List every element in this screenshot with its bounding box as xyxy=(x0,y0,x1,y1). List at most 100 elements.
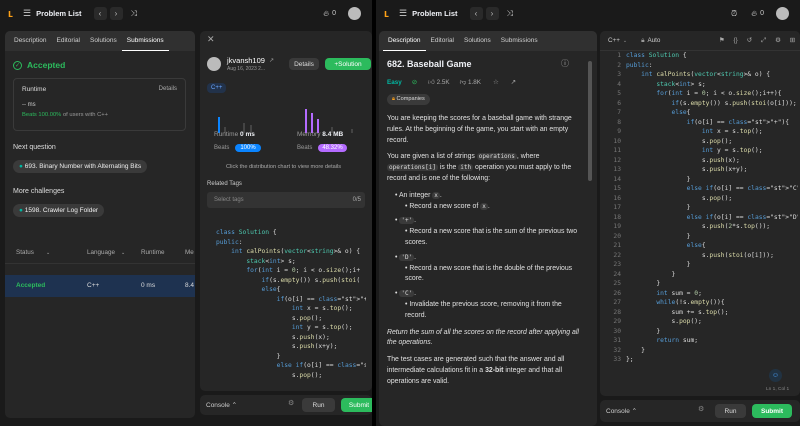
shuffle-icon[interactable]: ⤨ xyxy=(131,9,137,19)
streak-count: 0 xyxy=(760,10,764,17)
line-number: 15 xyxy=(613,185,621,192)
streak-icon[interactable]: 🔥︎ xyxy=(323,9,329,19)
streak-icon[interactable]: 🔥︎ xyxy=(751,9,757,19)
editor-panel: C++ ⌄ 🔒︎ Auto ⚑ {} ↺ ⤢ ⚙ ⊞ 1 2 3 4 5 6 7 8 9 10 11 12… xyxy=(600,31,800,396)
run-button[interactable]: Run xyxy=(302,398,335,412)
dislike-icon[interactable]: 👎︎ xyxy=(460,78,466,86)
code-line: } xyxy=(626,270,676,278)
leetcode-logo[interactable]: ʟ xyxy=(8,8,13,20)
like-icon[interactable]: 👍︎ xyxy=(428,78,435,86)
tab-description[interactable]: Description xyxy=(9,31,52,51)
problem-list-icon[interactable]: ☰ xyxy=(399,8,407,19)
next-problem-icon[interactable]: › xyxy=(109,7,123,20)
chevron-down-icon[interactable]: ⌄ xyxy=(121,250,125,256)
difficulty-badge: Easy xyxy=(387,78,402,86)
tag-selector[interactable]: Select tags 0/5 xyxy=(207,192,365,208)
help-icon[interactable]: ☺ xyxy=(769,369,782,382)
prev-problem-icon[interactable]: ‹ xyxy=(93,7,107,20)
tab-description[interactable]: Description xyxy=(383,31,426,51)
scrollbar[interactable] xyxy=(588,61,592,181)
line-number: 31 xyxy=(613,337,621,344)
chevron-down-icon[interactable]: ⌄ xyxy=(46,250,50,256)
prev-problem-icon[interactable]: ‹ xyxy=(469,7,483,20)
leetcode-logo[interactable]: ʟ xyxy=(384,8,389,20)
runtime-distribution-chart[interactable] xyxy=(207,105,372,133)
list-item: • '+'. xyxy=(395,217,417,225)
streak-count: 0 xyxy=(332,10,336,17)
avatar[interactable] xyxy=(348,7,361,20)
console-toggle[interactable]: Console ⌃ xyxy=(206,401,237,409)
desc-p2: You are given a list of strings operatio… xyxy=(387,152,585,184)
tab-submissions[interactable]: Submissions xyxy=(496,31,543,51)
col-status[interactable]: Status xyxy=(16,249,34,256)
editor-toolbar: C++ ⌄ 🔒︎ Auto ⚑ {} ↺ ⤢ ⚙ ⊞ xyxy=(600,31,800,51)
info-icon[interactable]: ⓘ xyxy=(561,58,569,69)
line-number: 29 xyxy=(613,318,621,325)
code-line: } xyxy=(626,175,691,183)
memory-beats-label: Beats xyxy=(297,145,313,151)
problem-list-icon[interactable]: ☰ xyxy=(23,8,31,19)
line-number: 19 xyxy=(613,223,621,230)
username[interactable]: jkvansh109 xyxy=(227,56,265,65)
code-editor[interactable]: class Solution {public: int calPoints(ve… xyxy=(626,51,798,365)
line-number: 24 xyxy=(613,270,621,278)
avatar[interactable] xyxy=(776,7,789,20)
code-line: int calPoints(vector<string>& o) { xyxy=(641,71,771,78)
like-count: 2.5K xyxy=(436,78,450,86)
more-challenge-item[interactable]: ● 1598. Crawler Log Folder xyxy=(13,204,105,217)
tab-submissions[interactable]: Submissions xyxy=(121,31,169,51)
submit-button[interactable]: Submit xyxy=(341,398,372,412)
bar xyxy=(305,109,307,133)
col-language[interactable]: Language xyxy=(87,249,115,256)
shuffle-icon[interactable]: ⤨ xyxy=(507,9,513,19)
right-bottom-bar: Console ⌃ ⚙ Run Submit xyxy=(600,400,800,422)
line-number: 3 xyxy=(617,71,621,78)
dot-icon: ● xyxy=(19,163,23,170)
chevron-down-icon[interactable]: ⌄ xyxy=(623,38,627,44)
next-problem-icon[interactable]: › xyxy=(485,7,499,20)
row-language: C++ xyxy=(87,282,100,289)
tab-solutions[interactable]: Solutions xyxy=(85,31,122,51)
console-toggle[interactable]: Console ⌃ xyxy=(606,407,637,415)
language-select[interactable]: C++ xyxy=(608,37,620,44)
next-question-item[interactable]: ● 693. Binary Number with Alternating Bi… xyxy=(13,160,148,173)
code-operations-i: operations[i] xyxy=(387,164,438,172)
close-icon[interactable]: ✕ xyxy=(207,34,215,45)
tab-solutions[interactable]: Solutions xyxy=(459,31,496,51)
submissions-table: Status ⌄ Language ⌄ Runtime Me Accepted C+… xyxy=(5,242,195,297)
problem-list-link[interactable]: Problem List xyxy=(36,9,81,18)
braces-icon[interactable]: {} xyxy=(734,37,738,44)
bar xyxy=(311,113,313,133)
settings-icon[interactable]: ⚙ xyxy=(775,37,781,44)
submissions-panel: Description Editorial Solutions Submissi… xyxy=(5,31,195,418)
table-row[interactable]: Accepted C++ 0 ms 8.4 xyxy=(5,275,195,297)
runtime-details-link[interactable]: Details xyxy=(159,86,177,93)
debug-icon[interactable]: ⚙ xyxy=(288,399,294,407)
tab-editorial[interactable]: Editorial xyxy=(52,31,85,51)
expand-icon[interactable]: ⊞ xyxy=(790,37,795,44)
alarm-icon[interactable]: ⏰︎ xyxy=(731,9,737,19)
share-icon[interactable]: ↗ xyxy=(511,79,516,86)
star-icon[interactable]: ☆ xyxy=(493,79,499,86)
reset-icon[interactable]: ↺ xyxy=(747,37,752,44)
mode-label[interactable]: Auto xyxy=(647,37,660,44)
details-button[interactable]: Details xyxy=(289,58,319,70)
submission-code: class Solution {public: int calPoints(ve… xyxy=(216,228,366,380)
code-line: s.pop(); xyxy=(626,318,702,325)
code-line: s.push(x); xyxy=(626,156,740,164)
fullscreen-icon[interactable]: ⤢ xyxy=(761,37,766,45)
bookmark-icon[interactable]: ⚑ xyxy=(719,37,725,44)
avatar[interactable] xyxy=(207,57,221,71)
debug-icon[interactable]: ⚙ xyxy=(698,405,704,413)
companies-badge[interactable]: 🔒︎ Companies xyxy=(387,94,430,105)
row-status: Accepted xyxy=(16,282,46,289)
external-link-icon[interactable]: ↗ xyxy=(269,57,274,64)
memory-val: 8.4 MB xyxy=(322,131,344,138)
problem-list-link[interactable]: Problem List xyxy=(412,9,457,18)
row-memory: 8.4 xyxy=(185,282,195,289)
solution-button[interactable]: + Solution xyxy=(325,58,371,70)
submit-button[interactable]: Submit xyxy=(752,404,792,418)
more-challenge-label: 1598. Crawler Log Folder xyxy=(24,207,99,214)
run-button[interactable]: Run xyxy=(715,404,746,418)
tab-editorial[interactable]: Editorial xyxy=(426,31,459,51)
